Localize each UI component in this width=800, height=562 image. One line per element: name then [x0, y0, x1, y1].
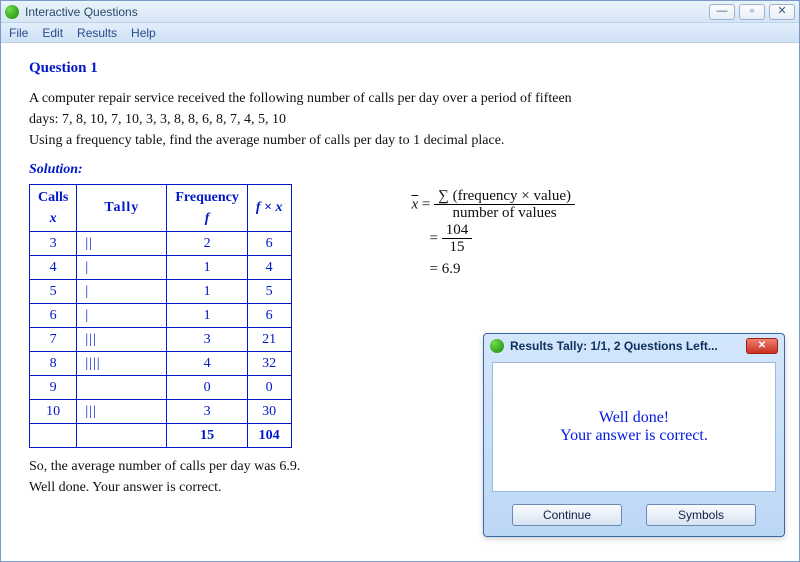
formula-numerator: ∑ (frequency × value) [434, 188, 575, 206]
col-fx: f × x [247, 184, 291, 231]
cell-tally: | [77, 303, 167, 327]
question-title: Question 1 [29, 57, 771, 80]
col-frequency: Frequency f [167, 184, 248, 231]
col-calls-sub: x [50, 211, 57, 226]
cell-tally: ||| [77, 327, 167, 351]
window-title: Interactive Questions [25, 5, 709, 19]
cell-fx: 32 [247, 351, 291, 375]
titlebar: Interactive Questions — ▫ ✕ [1, 1, 799, 23]
cell-fx: 6 [247, 303, 291, 327]
menubar: File Edit Results Help [1, 23, 799, 43]
frequency-table: Calls x Tally Frequency f f × x 3||264| [29, 184, 292, 448]
totals-row: 15 104 [30, 423, 292, 447]
equals-1: = [422, 196, 430, 212]
table-row: 7|||321 [30, 327, 292, 351]
menu-file[interactable]: File [9, 26, 28, 40]
continue-button[interactable]: Continue [512, 504, 622, 526]
dialog-button-row: Continue Symbols [484, 500, 784, 536]
step-line: = 104 15 [412, 222, 575, 256]
cell-x: 9 [30, 375, 77, 399]
col-calls-label: Calls [38, 190, 68, 205]
cell-tally: ||| [77, 399, 167, 423]
table-row: 9 00 [30, 375, 292, 399]
symbols-button[interactable]: Symbols [646, 504, 756, 526]
total-fx: 104 [247, 423, 291, 447]
maximize-button[interactable]: ▫ [739, 4, 765, 20]
menu-edit[interactable]: Edit [42, 26, 63, 40]
col-tally: Tally [77, 184, 167, 231]
cell-fx: 5 [247, 279, 291, 303]
dialog-line-1: Well done! [599, 409, 669, 427]
cell-x: 4 [30, 255, 77, 279]
cell-f: 4 [167, 351, 248, 375]
cell-fx: 6 [247, 231, 291, 255]
cell-fx: 21 [247, 327, 291, 351]
cell-fx: 0 [247, 375, 291, 399]
cell-f: 1 [167, 255, 248, 279]
cell-f: 1 [167, 303, 248, 327]
cell-fx: 30 [247, 399, 291, 423]
dialog-close-button[interactable]: ✕ [746, 338, 778, 354]
cell-f: 3 [167, 327, 248, 351]
col-freq-sub: f [205, 211, 210, 226]
cell-tally: | [77, 255, 167, 279]
cell-fx: 4 [247, 255, 291, 279]
close-button[interactable]: ✕ [769, 4, 795, 20]
app-icon [5, 5, 19, 19]
table-row: 3||26 [30, 231, 292, 255]
col-calls: Calls x [30, 184, 77, 231]
results-dialog: Results Tally: 1/1, 2 Questions Left... … [483, 333, 785, 537]
cell-x: 3 [30, 231, 77, 255]
cell-tally: | [77, 279, 167, 303]
question-text-1: A computer repair service received the f… [29, 88, 771, 109]
dialog-app-icon [490, 339, 504, 353]
step-numerator: 104 [442, 222, 473, 240]
cell-tally: || [77, 231, 167, 255]
minimize-button[interactable]: — [709, 4, 735, 20]
mean-symbol: x [412, 196, 419, 212]
total-f: 15 [167, 423, 248, 447]
table-row: 5|15 [30, 279, 292, 303]
cell-x: 6 [30, 303, 77, 327]
question-text-2: days: 7, 8, 10, 7, 10, 3, 3, 8, 8, 6, 8,… [29, 109, 771, 130]
formula-fraction: ∑ (frequency × value) number of values [434, 188, 575, 222]
solution-label: Solution: [29, 159, 771, 180]
cell-x: 5 [30, 279, 77, 303]
cell-f: 0 [167, 375, 248, 399]
col-fx-label: f × x [256, 200, 283, 215]
menu-help[interactable]: Help [131, 26, 156, 40]
step-denominator: 15 [442, 239, 473, 256]
step-fraction: 104 15 [442, 222, 473, 256]
cell-tally: |||| [77, 351, 167, 375]
cell-x: 8 [30, 351, 77, 375]
dialog-titlebar: Results Tally: 1/1, 2 Questions Left... … [484, 334, 784, 358]
table-row: 10|||330 [30, 399, 292, 423]
window-controls: — ▫ ✕ [709, 4, 795, 20]
menu-results[interactable]: Results [77, 26, 117, 40]
result-line: = 6.9 [412, 256, 575, 283]
equals-2: = [430, 230, 438, 246]
question-text-3: Using a frequency table, find the averag… [29, 130, 771, 151]
cell-f: 2 [167, 231, 248, 255]
dialog-body: Well done! Your answer is correct. [492, 362, 776, 492]
cell-x: 7 [30, 327, 77, 351]
cell-f: 1 [167, 279, 248, 303]
cell-x: 10 [30, 399, 77, 423]
formula-line: x = ∑ (frequency × value) number of valu… [412, 188, 575, 222]
calculation-steps: x = ∑ (frequency × value) number of valu… [412, 188, 575, 283]
table-row: 6|16 [30, 303, 292, 327]
dialog-title: Results Tally: 1/1, 2 Questions Left... [510, 339, 718, 353]
col-freq-label: Frequency [175, 190, 239, 205]
table-row: 4|14 [30, 255, 292, 279]
formula-denominator: number of values [434, 205, 575, 222]
app-window: Interactive Questions — ▫ ✕ File Edit Re… [0, 0, 800, 562]
dialog-line-2: Your answer is correct. [560, 427, 708, 445]
table-row: 8||||432 [30, 351, 292, 375]
cell-f: 3 [167, 399, 248, 423]
cell-tally [77, 375, 167, 399]
